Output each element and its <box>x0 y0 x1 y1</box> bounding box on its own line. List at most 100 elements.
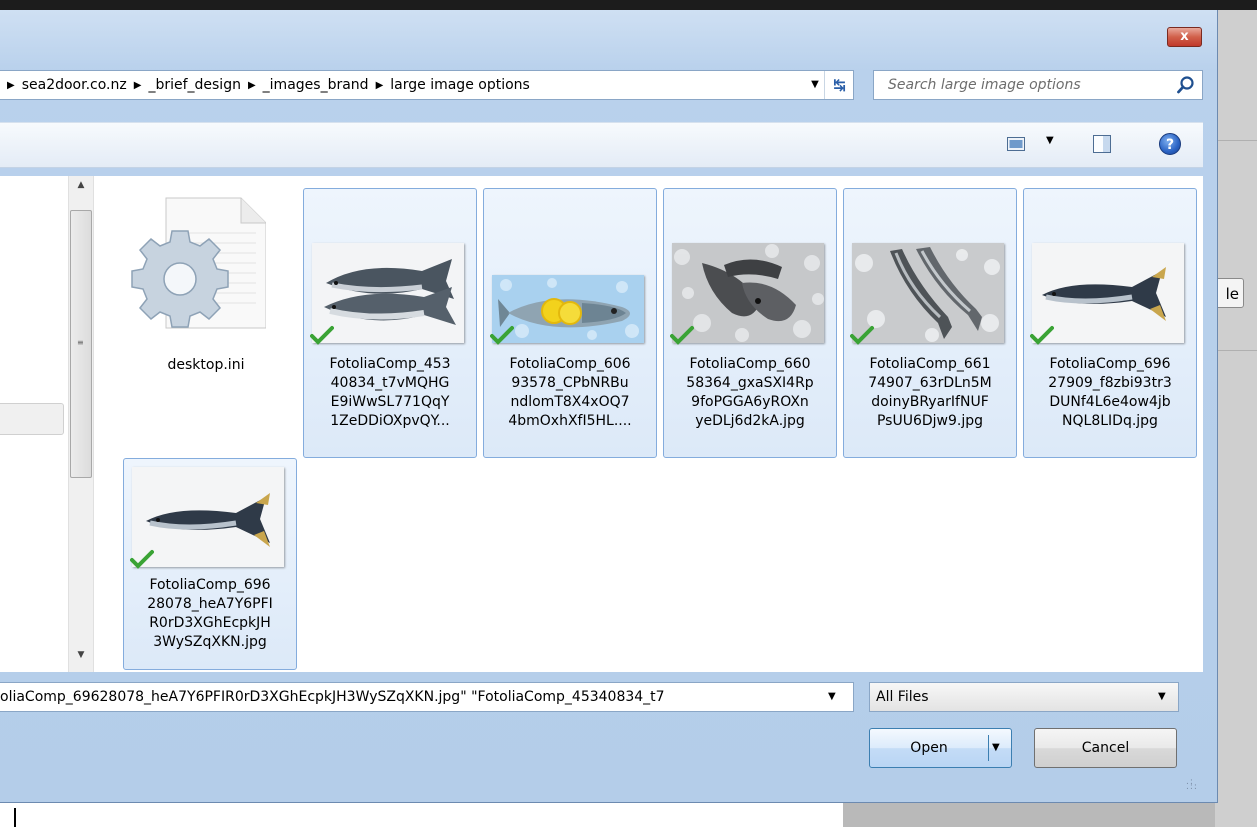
file-name-input[interactable]: oliaComp_69628078_heA7Y6PFIR0rD3XGhEcpkJ… <box>0 682 854 712</box>
breadcrumb-separator-icon[interactable]: ▶ <box>369 80 391 91</box>
file-name-label: desktop.ini <box>167 357 245 373</box>
file-name-line: FotoliaComp_453 <box>329 356 451 372</box>
address-history-dropdown[interactable]: ▼ <box>806 71 824 99</box>
view-options-dropdown-icon[interactable]: ▼ <box>1046 135 1054 146</box>
checkmark-icon <box>310 326 334 345</box>
file-name-line: NQL8LIDq.jpg <box>1062 413 1158 429</box>
file-name-label: FotoliaComp_696 28078_heA7Y6PFI R0rD3XGh… <box>126 576 294 652</box>
refresh-icon[interactable]: ↹ <box>824 71 854 99</box>
file-name-label: FotoliaComp_453 40834_t7vMQHG E9iWwSL771… <box>306 355 474 431</box>
file-name-label: FotoliaComp_696 27909_f8zbi93tr3 DUNf4L6… <box>1026 355 1194 431</box>
breadcrumb-separator-icon[interactable]: ▶ <box>127 80 149 91</box>
navigation-item[interactable] <box>0 403 64 435</box>
grip-icon: ≡ <box>77 338 84 347</box>
file-name-label: FotoliaComp_606 93578_CPbNRBu ndlomT8X4x… <box>486 355 654 431</box>
file-name-line: DUNf4L6e4ow4jb <box>1049 394 1171 410</box>
open-button[interactable]: Open ▼ <box>869 728 1012 768</box>
resize-grip-icon[interactable]: .:.:: <box>1186 778 1198 792</box>
toolbar: ▼ ? <box>0 122 1203 168</box>
breadcrumb: ▶ sea2door.co.nz ▶ _brief_design ▶ _imag… <box>0 71 530 99</box>
file-list: ▲ ≡ ▼ desktop.ini FotoliaComp_453 40834_… <box>68 176 1203 672</box>
file-name-line: doinyBRyarIfNUF <box>871 394 989 410</box>
scroll-down-icon[interactable]: ▼ <box>69 650 93 666</box>
checkmark-icon <box>1030 326 1054 345</box>
address-bar[interactable]: ▶ sea2door.co.nz ▶ _brief_design ▶ _imag… <box>0 70 854 100</box>
file-name-line: E9iWwSL771QqY <box>330 394 450 410</box>
tuna-image-thumbnail <box>1032 243 1184 343</box>
file-item-fotolia-66174907[interactable]: FotoliaComp_661 74907_63rDLn5M doinyBRya… <box>843 188 1017 458</box>
background-partial-button[interactable]: le <box>1214 278 1244 308</box>
tuna-image-thumbnail <box>132 467 284 567</box>
settings-file-icon <box>131 197 266 329</box>
file-name-line: FotoliaComp_606 <box>509 356 631 372</box>
scrollbar-thumb[interactable]: ≡ <box>70 210 92 478</box>
salmon-image-thumbnail <box>312 243 464 343</box>
fish-pair-on-ice-image-thumbnail <box>852 243 1004 343</box>
preview-pane-icon[interactable] <box>1093 135 1111 153</box>
background-gray-area <box>843 803 1215 827</box>
file-name-line: 74907_63rDLn5M <box>868 375 992 391</box>
fish-on-ice-image-thumbnail <box>672 243 824 343</box>
help-icon[interactable]: ? <box>1159 133 1181 155</box>
file-name-line: 93578_CPbNRBu <box>511 375 629 391</box>
file-name-line: FotoliaComp_696 <box>1049 356 1171 372</box>
search-input[interactable] <box>874 71 1178 99</box>
background-text-cursor <box>14 808 16 827</box>
checkmark-icon <box>130 550 154 569</box>
file-item-fotolia-69628078[interactable]: FotoliaComp_696 28078_heA7Y6PFI R0rD3XGh… <box>123 458 297 670</box>
search-icon[interactable] <box>1176 75 1196 95</box>
background-titlebar <box>0 0 1257 10</box>
background-right-panel <box>1215 10 1257 827</box>
breadcrumb-separator-icon[interactable]: ▶ <box>241 80 263 91</box>
file-name-history-dropdown[interactable]: ▼ <box>828 683 836 711</box>
breadcrumb-item-brief-design[interactable]: _brief_design <box>148 77 241 93</box>
file-name-label: FotoliaComp_661 74907_63rDLn5M doinyBRya… <box>846 355 1014 431</box>
breadcrumb-item-images-brand[interactable]: _images_brand <box>263 77 369 93</box>
file-name-value[interactable]: oliaComp_69628078_heA7Y6PFIR0rD3XGhEcpkJ… <box>0 683 820 711</box>
breadcrumb-item-sea2door[interactable]: sea2door.co.nz <box>22 77 127 93</box>
file-name-line: FotoliaComp_661 <box>869 356 991 372</box>
close-button[interactable]: x <box>1167 27 1202 47</box>
file-name-line: 40834_t7vMQHG <box>330 375 450 391</box>
split-divider <box>988 735 989 761</box>
file-name-line: ndlomT8X4xOQ7 <box>510 394 630 410</box>
file-item-fotolia-69627909[interactable]: FotoliaComp_696 27909_f8zbi93tr3 DUNf4L6… <box>1023 188 1197 458</box>
file-name-line: 27909_f8zbi93tr3 <box>1048 375 1172 391</box>
file-name-label: FotoliaComp_660 58364_gxaSXI4Rp 9foPGGA6… <box>666 355 834 431</box>
background-document-area <box>0 803 843 827</box>
file-name-line: 1ZeDDiOXpvQY... <box>330 413 450 429</box>
open-options-dropdown-icon[interactable]: ▼ <box>992 729 1000 767</box>
bream-lemon-image-thumbnail <box>492 275 644 343</box>
scroll-up-icon[interactable]: ▲ <box>69 180 93 196</box>
chevron-down-icon[interactable]: ▼ <box>1158 683 1166 711</box>
open-button-label: Open <box>910 740 948 756</box>
file-type-select[interactable]: All Files ▼ <box>869 682 1179 712</box>
open-file-dialog: x ▶ sea2door.co.nz ▶ _brief_design ▶ _im… <box>0 10 1218 803</box>
file-type-value: All Files <box>876 689 929 705</box>
checkmark-icon <box>850 326 874 345</box>
background-divider <box>1215 350 1257 351</box>
file-name-line: 3WySZqXKN.jpg <box>153 634 267 650</box>
checkmark-icon <box>670 326 694 345</box>
file-name-line: FotoliaComp_696 <box>149 577 271 593</box>
file-item-fotolia-66058364[interactable]: FotoliaComp_660 58364_gxaSXI4Rp 9foPGGA6… <box>663 188 837 458</box>
cancel-button[interactable]: Cancel <box>1034 728 1177 768</box>
breadcrumb-item-large-image-options[interactable]: large image options <box>390 77 530 93</box>
file-item-desktop-ini[interactable]: desktop.ini <box>120 188 294 458</box>
breadcrumb-separator-icon[interactable]: ▶ <box>0 80 22 91</box>
change-view-icon[interactable] <box>1007 137 1025 151</box>
file-name-line: 4bmOxhXfI5HL.... <box>508 413 632 429</box>
navigation-pane <box>0 176 68 672</box>
checkmark-icon <box>490 326 514 345</box>
search-box[interactable] <box>873 70 1203 100</box>
file-item-fotolia-60693578[interactable]: FotoliaComp_606 93578_CPbNRBu ndlomT8X4x… <box>483 188 657 458</box>
file-name-line: 58364_gxaSXI4Rp <box>686 375 814 391</box>
file-item-fotolia-45340834[interactable]: FotoliaComp_453 40834_t7vMQHG E9iWwSL771… <box>303 188 477 458</box>
file-name-line: 9foPGGA6yROXn <box>691 394 809 410</box>
background-divider <box>1215 140 1257 141</box>
file-name-line: PsUU6Djw9.jpg <box>876 413 984 429</box>
file-name-line: yeDLj6d2kA.jpg <box>695 413 805 429</box>
file-name-line: R0rD3XGhEcpkJH <box>149 615 271 631</box>
file-name-line: FotoliaComp_660 <box>689 356 811 372</box>
vertical-scrollbar[interactable]: ▲ ≡ ▼ <box>68 176 94 672</box>
